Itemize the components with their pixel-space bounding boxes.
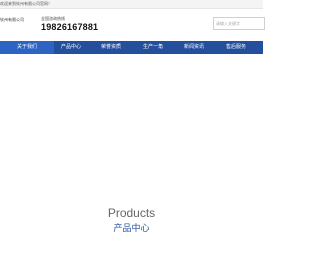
site-header: 钦州有限公司 全国咨询热线 19826167881 [0, 9, 265, 41]
nav-item-service[interactable]: 售后服务 [219, 41, 253, 54]
nav-item-products[interactable]: 产品中心 [54, 41, 88, 54]
section-title-cn: 产品中心 [113, 224, 150, 234]
nav-item-production[interactable]: 生产一角 [136, 41, 170, 54]
nav-item-honors[interactable]: 荣誉资质 [94, 41, 128, 54]
nav-item-news[interactable]: 新闻资讯 [177, 41, 211, 54]
company-name: 钦州有限公司 [0, 17, 24, 22]
hotline-number: 19826167881 [41, 22, 99, 32]
banner-area [0, 54, 263, 204]
nav-item-about[interactable]: 关于我们 [0, 41, 54, 54]
search-input[interactable] [216, 19, 262, 28]
section-title-en: Products [107, 206, 156, 220]
search-box[interactable] [213, 17, 265, 30]
welcome-text: 欢迎来到钦州有限公司官网！ [0, 1, 52, 6]
top-bar: 欢迎来到钦州有限公司官网！ [0, 0, 263, 9]
main-nav: 关于我们 产品中心 荣誉资质 生产一角 新闻资讯 售后服务 [0, 41, 263, 54]
